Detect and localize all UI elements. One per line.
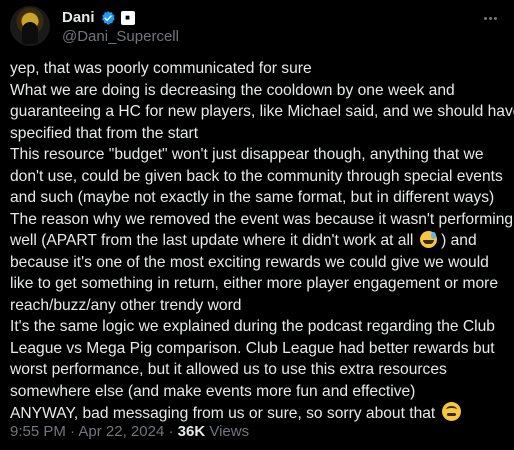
tweet-line-suffix: ) and [441, 232, 477, 249]
tweet-line: It's the same logic we explained during … [10, 318, 495, 335]
tweet-text: yep, that was poorly communicated for su… [10, 58, 514, 425]
avatar[interactable] [10, 6, 50, 46]
author-name-row: Dani ■ [62, 8, 135, 28]
avatar-figure [22, 22, 38, 44]
meta-separator: · [168, 423, 174, 440]
tweet-line: What we are doing is decreasing the cool… [10, 81, 455, 99]
tweet-line: specified that from the start [10, 124, 199, 142]
author-handle[interactable]: @Dani_Supercell [62, 28, 179, 46]
affiliate-badge-icon[interactable]: ■ [120, 11, 135, 25]
tweet-header: Dani ■ @Dani_Supercell [10, 6, 504, 50]
tweet-time[interactable]: 9:55 PM [10, 423, 66, 440]
meta-separator: · [70, 423, 76, 440]
saluting-face-emoji-icon [441, 402, 461, 421]
views-count[interactable]: 36K [178, 423, 206, 440]
tweet-line: worst performance, but it allowed us to … [10, 361, 447, 378]
tweet-line: reach/buzz/any other trendy word [10, 296, 242, 314]
grinning-sweat-emoji-icon [419, 231, 437, 248]
tweet-line: like to get something in return, either … [10, 275, 498, 292]
tweet-line: don't use, could be given back to the co… [10, 167, 503, 185]
tweet-line: guaranteeing a HC for new players, like … [10, 103, 514, 120]
tweet-line-text: ANYWAY, bad messaging from us or sure, s… [10, 405, 436, 422]
tweet-date[interactable]: Apr 22, 2024 [78, 423, 164, 440]
more-options-icon[interactable] [480, 8, 500, 28]
tweet-line-with-emoji: well (APART from the last update where i… [10, 230, 508, 252]
tweet-line: This resource "budget" won't just disapp… [10, 146, 484, 163]
tweet-line: and such (maybe not exactly in the same … [10, 189, 495, 206]
tweet-line: somewhere else (and make events more fun… [10, 382, 416, 400]
tweet-meta: 9:55 PM · Apr 22, 2024 · 36K Views [10, 422, 249, 442]
tweet-line: because it's one of the most exciting re… [10, 253, 489, 271]
tweet-line: League vs Mega Pig comparison. Club Leag… [10, 339, 495, 357]
tweet-line: yep, that was poorly communicated for su… [10, 60, 312, 77]
author-display-name[interactable]: Dani [62, 8, 95, 28]
verified-badge-icon [101, 11, 115, 25]
tweet-line: The reason why we removed the event was … [10, 210, 514, 228]
views-label: Views [209, 423, 250, 440]
tweet-line-text: well (APART from the last update where i… [10, 232, 414, 249]
